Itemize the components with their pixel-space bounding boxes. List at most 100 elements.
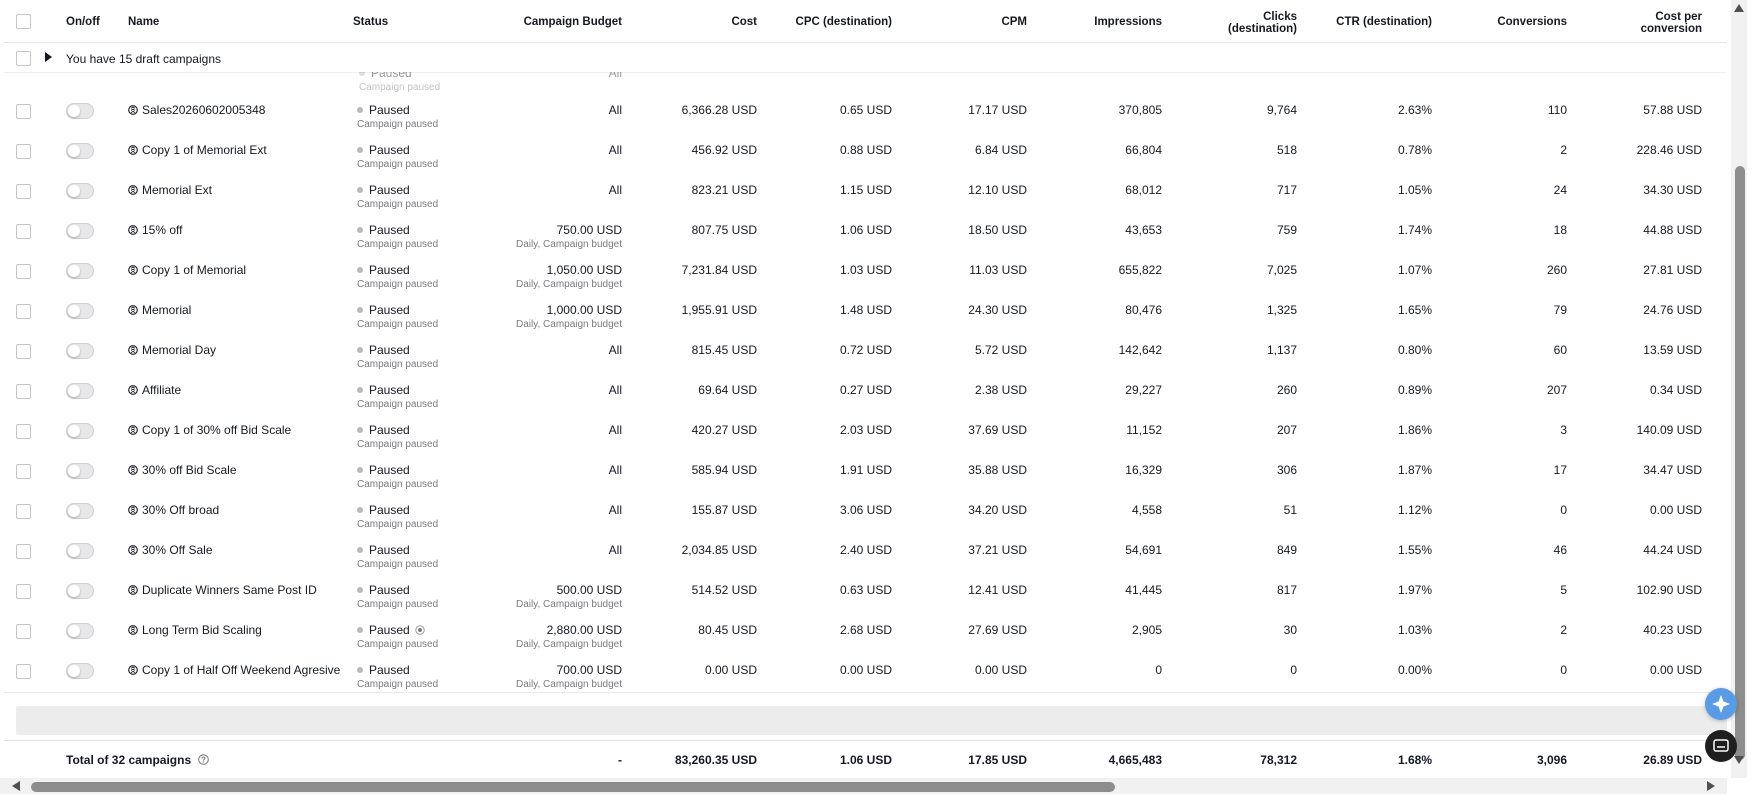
campaign-name[interactable]: Memorial bbox=[142, 303, 191, 317]
row-checkbox[interactable] bbox=[16, 544, 31, 559]
table-row[interactable]: 15% off Paused Campaign paused 750.00 USD Da… bbox=[4, 212, 1727, 253]
table-row[interactable]: Memorial Paused Campaign paused 1,000.00 US… bbox=[4, 292, 1727, 333]
header-ctr[interactable]: CTR (destination) bbox=[1336, 16, 1432, 28]
row-name-cell[interactable]: Long Term Bid Scaling bbox=[128, 623, 262, 637]
info-circle-icon[interactable]: ? bbox=[198, 754, 210, 765]
row-on-off-toggle[interactable] bbox=[66, 623, 94, 639]
campaign-name[interactable]: Copy 1 of Memorial Ext bbox=[142, 143, 267, 157]
campaign-name[interactable]: 30% off Bid Scale bbox=[142, 463, 237, 477]
draft-campaigns-banner[interactable]: You have 15 draft campaigns bbox=[4, 43, 1727, 73]
table-row[interactable]: 30% Off Sale Paused Campaign paused All 2,03… bbox=[4, 532, 1727, 573]
vertical-scrollbar[interactable] bbox=[1731, 0, 1747, 778]
campaign-name[interactable]: Copy 1 of 30% off Bid Scale bbox=[142, 423, 291, 437]
row-name-cell[interactable]: 30% off Bid Scale bbox=[128, 463, 237, 477]
row-on-off-toggle[interactable] bbox=[66, 583, 94, 599]
row-checkbox[interactable] bbox=[16, 504, 31, 519]
row-on-off-toggle[interactable] bbox=[66, 183, 94, 199]
row-on-off-toggle[interactable] bbox=[66, 103, 94, 119]
table-row[interactable]: Memorial Day Paused Campaign paused All 815.… bbox=[4, 332, 1727, 373]
campaign-name[interactable]: 15% off bbox=[142, 223, 182, 237]
row-name-cell[interactable]: Copy 1 of Memorial bbox=[128, 263, 246, 277]
row-checkbox[interactable] bbox=[16, 584, 31, 599]
scroll-up-icon[interactable] bbox=[1734, 4, 1744, 12]
campaign-name[interactable]: Affiliate bbox=[142, 383, 181, 397]
header-cost[interactable]: Cost bbox=[731, 16, 757, 28]
row-name-cell[interactable]: 15% off bbox=[128, 223, 182, 237]
campaign-name[interactable]: Long Term Bid Scaling bbox=[142, 623, 262, 637]
row-on-off-toggle[interactable] bbox=[66, 503, 94, 519]
row-on-off-toggle[interactable] bbox=[66, 303, 94, 319]
row-checkbox[interactable] bbox=[16, 464, 31, 479]
table-row[interactable]: Copy 1 of Half Off Weekend Agresive Pause… bbox=[4, 652, 1727, 693]
campaign-name[interactable]: Memorial Day bbox=[142, 343, 216, 357]
row-on-off-toggle[interactable] bbox=[66, 223, 94, 239]
header-impressions[interactable]: Impressions bbox=[1094, 16, 1162, 28]
table-row[interactable]: Long Term Bid Scaling Paused Campaign paus… bbox=[4, 612, 1727, 653]
campaign-name[interactable]: Sales20260602005348 bbox=[142, 103, 265, 117]
row-on-off-toggle[interactable] bbox=[66, 143, 94, 159]
row-checkbox[interactable] bbox=[16, 664, 31, 679]
campaign-name[interactable]: 30% Off broad bbox=[142, 503, 219, 517]
row-on-off-toggle[interactable] bbox=[66, 543, 94, 559]
table-row[interactable]: Copy 1 of 30% off Bid Scale Paused Campaig… bbox=[4, 412, 1727, 453]
header-clicks[interactable]: Clicks (destination) bbox=[1228, 11, 1297, 35]
header-cost-per-conversion[interactable]: Cost per conversion bbox=[1641, 11, 1702, 35]
caret-right-icon[interactable] bbox=[45, 52, 52, 62]
row-on-off-toggle[interactable] bbox=[66, 263, 94, 279]
vertical-scroll-thumb[interactable] bbox=[1735, 166, 1745, 760]
table-row[interactable]: Affiliate Paused Campaign paused All 69.64 U… bbox=[4, 372, 1727, 413]
row-checkbox[interactable] bbox=[16, 224, 31, 239]
horizontal-scroll-thumb[interactable] bbox=[31, 782, 1115, 792]
table-row[interactable]: Memorial Ext Paused Campaign paused All 823.… bbox=[4, 172, 1727, 213]
horizontal-scrollbar[interactable] bbox=[0, 778, 1727, 794]
table-row[interactable]: 30% off Bid Scale Paused Campaign paused Al… bbox=[4, 452, 1727, 493]
row-name-cell[interactable]: Copy 1 of 30% off Bid Scale bbox=[128, 423, 291, 437]
row-checkbox[interactable] bbox=[16, 384, 31, 399]
row-on-off-toggle[interactable] bbox=[66, 343, 94, 359]
header-cpc[interactable]: CPC (destination) bbox=[796, 16, 892, 28]
table-row[interactable]: Copy 1 of Memorial Paused Campaign paused 1… bbox=[4, 252, 1727, 293]
row-name-cell[interactable]: Memorial Ext bbox=[128, 183, 212, 197]
row-checkbox[interactable] bbox=[16, 344, 31, 359]
select-all-checkbox[interactable] bbox=[16, 14, 31, 29]
header-cpm[interactable]: CPM bbox=[1001, 16, 1027, 28]
table-row[interactable]: Duplicate Winners Same Post ID Paused Camp… bbox=[4, 572, 1727, 613]
row-checkbox[interactable] bbox=[16, 184, 31, 199]
campaign-name[interactable]: Duplicate Winners Same Post ID bbox=[142, 583, 317, 597]
draft-checkbox[interactable] bbox=[16, 51, 31, 66]
row-on-off-toggle[interactable] bbox=[66, 663, 94, 679]
assistant-button[interactable] bbox=[1705, 688, 1737, 720]
row-name-cell[interactable]: Sales20260602005348 bbox=[128, 103, 265, 117]
row-name-cell[interactable]: Copy 1 of Memorial Ext bbox=[128, 143, 267, 157]
row-checkbox[interactable] bbox=[16, 144, 31, 159]
row-checkbox[interactable] bbox=[16, 424, 31, 439]
row-checkbox[interactable] bbox=[16, 304, 31, 319]
row-name-cell[interactable]: Affiliate bbox=[128, 383, 181, 397]
row-on-off-toggle[interactable] bbox=[66, 383, 94, 399]
row-checkbox[interactable] bbox=[16, 264, 31, 279]
row-name-cell[interactable]: Memorial Day bbox=[128, 343, 216, 357]
table-row[interactable]: Sales20260602005348 Paused Campaign paused… bbox=[4, 92, 1727, 133]
header-on-off[interactable]: On/off bbox=[66, 16, 100, 28]
row-on-off-toggle[interactable] bbox=[66, 463, 94, 479]
row-name-cell[interactable]: Memorial bbox=[128, 303, 191, 317]
row-on-off-toggle[interactable] bbox=[66, 423, 94, 439]
campaign-name[interactable]: Memorial Ext bbox=[142, 183, 212, 197]
campaign-name[interactable]: Copy 1 of Memorial bbox=[142, 263, 246, 277]
table-row[interactable]: Copy 1 of Memorial Ext Paused Campaign pau… bbox=[4, 132, 1727, 173]
row-checkbox[interactable] bbox=[16, 104, 31, 119]
header-name[interactable]: Name bbox=[128, 16, 159, 28]
chat-button[interactable] bbox=[1705, 730, 1737, 762]
scroll-right-icon[interactable] bbox=[1707, 781, 1715, 791]
row-name-cell[interactable]: Duplicate Winners Same Post ID bbox=[128, 583, 317, 597]
row-name-cell[interactable]: 30% Off broad bbox=[128, 503, 219, 517]
table-row[interactable]: 30% Off broad Paused Campaign paused All 155… bbox=[4, 492, 1727, 533]
header-status[interactable]: Status bbox=[353, 16, 388, 28]
scroll-left-icon[interactable] bbox=[12, 781, 20, 791]
radio-indicator-icon[interactable] bbox=[410, 623, 425, 637]
header-conversions[interactable]: Conversions bbox=[1497, 16, 1567, 28]
row-name-cell[interactable]: Copy 1 of Half Off Weekend Agresive bbox=[128, 663, 340, 677]
campaign-name[interactable]: Copy 1 of Half Off Weekend Agresive bbox=[142, 663, 340, 677]
campaign-name[interactable]: 30% Off Sale bbox=[142, 543, 213, 557]
row-name-cell[interactable]: 30% Off Sale bbox=[128, 543, 213, 557]
